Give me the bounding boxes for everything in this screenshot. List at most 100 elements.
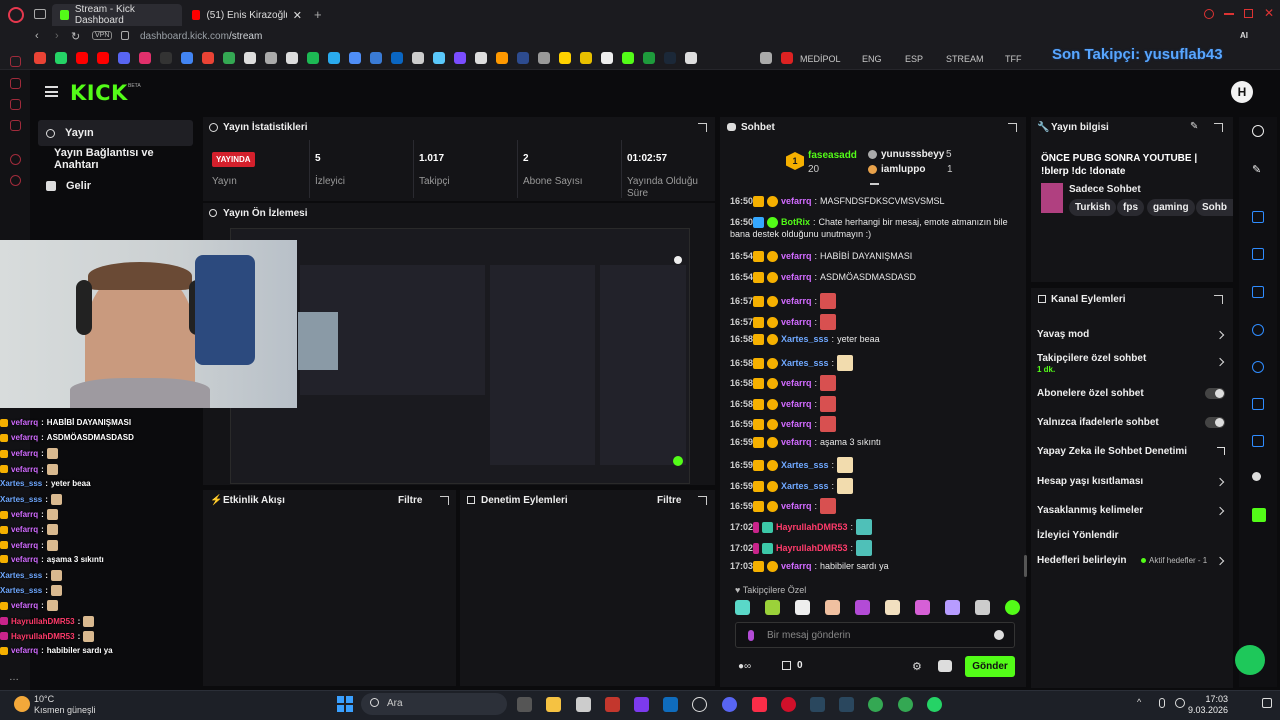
chat-message[interactable]: 16:59 Xartes_sss: [730,457,1020,473]
opera-icon[interactable] [781,697,796,712]
layout-icon[interactable] [1252,398,1264,410]
menu-icon[interactable] [45,86,58,97]
opera-sidebar-icon[interactable] [10,120,21,131]
chat-username[interactable]: vefarrq [781,501,812,512]
chat-scrollbar[interactable] [1024,555,1027,577]
bookmark-icon[interactable] [286,52,298,64]
chat-message[interactable]: 16:58 vefarrq: [730,396,1020,412]
chat-username[interactable]: vefarrq [781,251,812,262]
chat-message[interactable]: 17:03 vefarrq: habibiler sardı ya [730,561,1020,572]
bookmark-icon[interactable] [244,52,256,64]
bookmark-icon[interactable] [580,52,592,64]
edit-icon[interactable]: ✎ [1252,163,1264,176]
popout-icon[interactable] [1214,123,1223,132]
chat-message[interactable]: 16:59 vefarrq: [730,498,1020,514]
opera-logo-icon[interactable] [8,7,24,23]
amazon-bookmark-icon[interactable] [496,52,508,64]
forward-icon[interactable]: › [55,30,59,42]
chat-message[interactable]: 16:54 vefarrq: HABİBİ DAYANIŞMASI [730,251,1020,262]
lightning-icon[interactable] [1252,248,1264,260]
bot-icon[interactable] [938,660,952,672]
chat-username[interactable]: vefarrq [781,317,812,328]
network-icon[interactable] [1175,698,1185,708]
nav-item-stream-key[interactable]: Yayın Bağlantısı ve Anahtarı [38,146,193,172]
url-text[interactable]: dashboard.kick.com/stream [140,31,262,42]
tag-chip[interactable]: fps [1117,199,1144,216]
music-icon[interactable] [752,697,767,712]
gifter-name[interactable]: yunusssbeyy [881,149,944,160]
visual-studio-icon[interactable] [634,697,649,712]
new-tab-icon[interactable]: + [314,7,322,22]
emote-icon[interactable] [885,600,900,615]
broadcast-icon[interactable] [1252,361,1264,373]
followers-chat-row[interactable]: Takipçilere özel sohbet [1037,353,1227,367]
mic-icon[interactable] [1159,698,1165,708]
x-bookmark-icon[interactable] [160,52,172,64]
top-gifter-name[interactable]: faseasadd [808,150,857,161]
chat-message[interactable]: 16:57 vefarrq: [730,314,1020,330]
drive-bookmark-icon[interactable] [223,52,235,64]
linkedin-bookmark-icon[interactable] [391,52,403,64]
chat-message[interactable]: 16:59 vefarrq: [730,416,1020,432]
steam-icon[interactable] [839,697,854,712]
user-avatar[interactable]: H [1231,81,1253,103]
chat-username[interactable]: BotRix [781,217,810,228]
chat-username[interactable]: HayrullahDMR53 [776,543,848,554]
chat-message[interactable]: 16:59 vefarrq: aşama 3 sıkıntı [730,437,1020,448]
send-button[interactable]: Gönder [965,656,1015,677]
dots-icon[interactable] [1252,472,1261,481]
popout-icon[interactable] [440,496,449,505]
chat-input[interactable]: Bir mesaj gönderin [735,622,1015,648]
activity-filter-button[interactable]: Filtre [398,495,422,506]
bookmark-tff[interactable]: TFF [1005,54,1022,64]
youtube-bookmark-icon[interactable] [97,52,109,64]
emote-icon[interactable] [975,600,990,615]
tag-chip[interactable]: Sohb [1196,199,1233,216]
opera-sidebar-icon[interactable] [10,56,21,67]
tag-chip[interactable]: gaming [1147,199,1195,216]
bookmark-eng[interactable]: ENG [862,54,882,64]
bookmark-icon[interactable] [412,52,424,64]
edit-icon[interactable]: ✎ [1190,121,1198,132]
goals-row[interactable]: Hedefleri belirleyin Aktif hedefler - 1 [1037,555,1227,566]
clock-icon[interactable] [10,175,21,186]
account-age-row[interactable]: Hesap yaşı kısıtlaması [1037,476,1227,487]
slow-mode-row[interactable]: Yavaş mod [1037,329,1227,340]
tab-youtube[interactable]: (51) Enis Kirazoğlu - Yo ✕ [184,4,310,26]
chrome-icon[interactable] [898,697,913,712]
moderation-filter-button[interactable]: Filtre [657,495,681,506]
whatsapp-bookmark-icon[interactable] [55,52,67,64]
task-view-icon[interactable] [517,697,532,712]
chat-username[interactable]: vefarrq [781,561,812,572]
nav-item-stream[interactable]: Yayın [38,120,193,146]
chrome-icon[interactable] [868,697,883,712]
bookmark-icon[interactable] [538,52,550,64]
google-bookmark-icon[interactable] [34,52,46,64]
bookmark-icon[interactable] [475,52,487,64]
messenger-icon[interactable] [10,99,21,110]
chat-username[interactable]: vefarrq [781,437,812,448]
spotify-bookmark-icon[interactable] [307,52,319,64]
taskbar-clock[interactable]: 17:03 9.03.2026 [1188,694,1228,716]
category-thumbnail[interactable] [1041,183,1063,213]
bookmark-icon[interactable] [559,52,571,64]
chat-username[interactable]: vefarrq [781,399,812,410]
bookmark-icon[interactable] [601,52,613,64]
ai-button[interactable]: AI [1240,31,1248,40]
opera-sidebar-icon[interactable] [10,78,21,89]
steam-bookmark-icon[interactable] [664,52,676,64]
app-icon[interactable] [692,697,707,712]
ai-moderation-row[interactable]: Yapay Zeka ile Sohbet Denetimi [1037,446,1227,457]
minimize-icon[interactable] [1224,13,1234,15]
notification-icon[interactable] [1262,698,1272,708]
banned-words-row[interactable]: Yasaklanmış kelimeler [1037,505,1227,516]
chat-message[interactable]: bana destek olduğunu unutmayın :) [730,229,1020,240]
chat-username[interactable]: Xartes_sss [781,460,829,471]
emoji-icon[interactable] [994,630,1004,640]
chat-message[interactable]: 16:58 vefarrq: [730,375,1020,391]
emote-icon[interactable] [765,600,780,615]
bookmark-icon[interactable] [685,52,697,64]
store-icon[interactable] [576,697,591,712]
chat-username[interactable]: vefarrq [781,296,812,307]
history-icon[interactable] [10,154,21,165]
